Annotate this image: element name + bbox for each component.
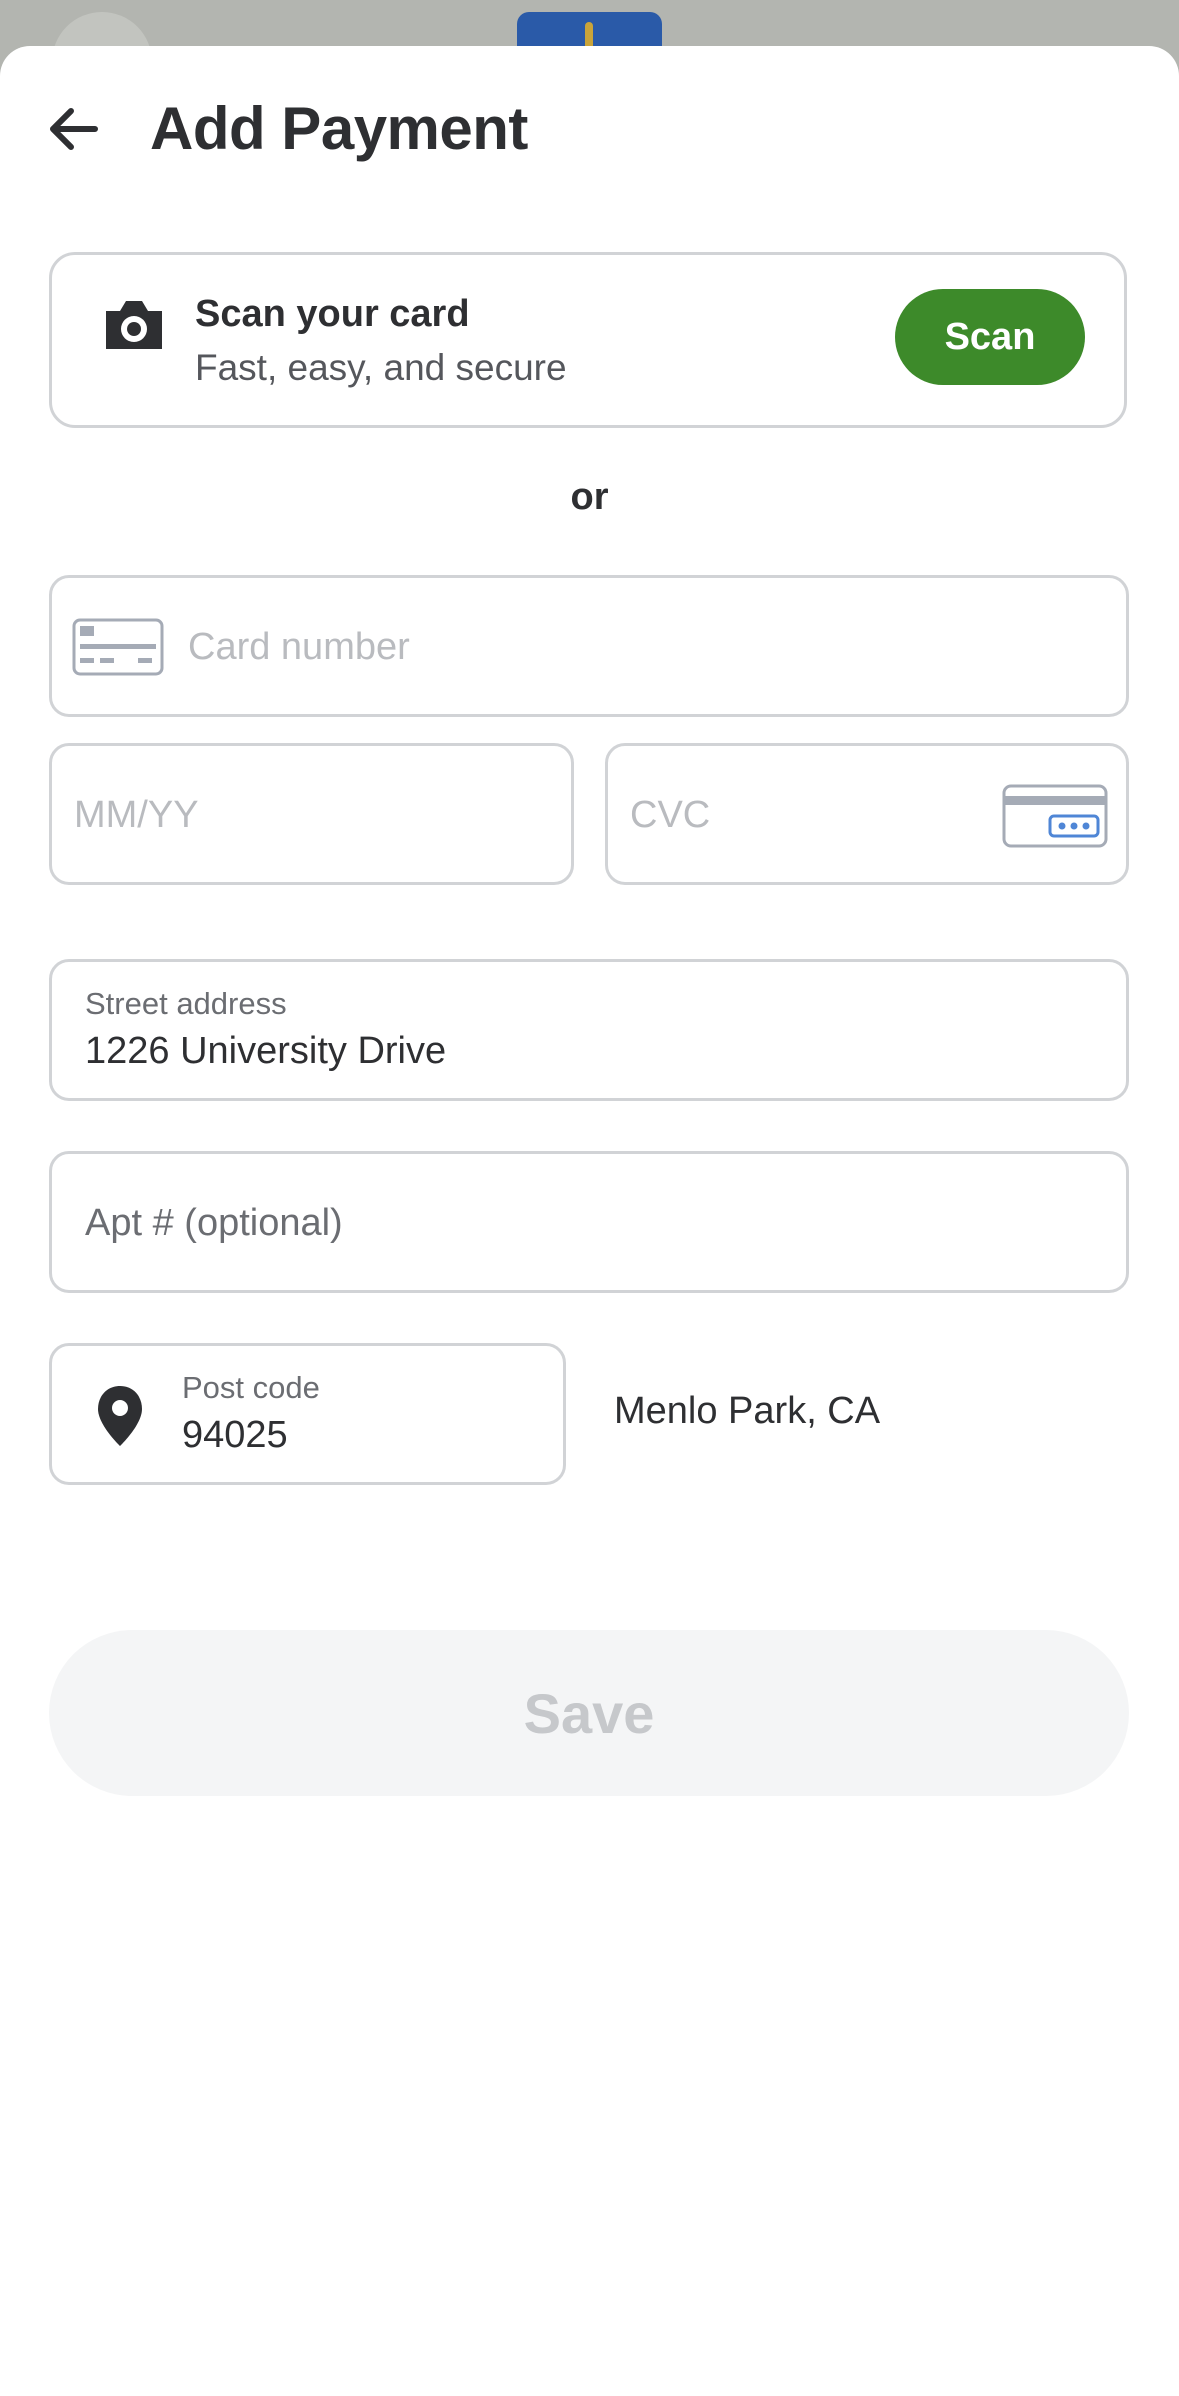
credit-card-icon [72, 618, 164, 676]
street-address-label: Street address [85, 986, 287, 1021]
cvc-placeholder: CVC [630, 794, 711, 836]
card-number-placeholder: Card number [188, 626, 410, 668]
header: Add Payment [0, 46, 1179, 206]
postcode-value: 94025 [182, 1414, 288, 1456]
scan-button[interactable]: Scan [895, 289, 1085, 385]
add-payment-sheet: Add Payment Scan your card Fast, easy, a… [0, 46, 1179, 2396]
save-button[interactable]: Save [49, 1630, 1129, 1796]
cvc-card-icon [1002, 784, 1108, 848]
scan-title: Scan your card [195, 293, 470, 335]
back-button[interactable] [40, 96, 106, 162]
camera-icon [106, 301, 162, 349]
postcode-label: Post code [182, 1370, 320, 1405]
cvc-field[interactable]: CVC [605, 743, 1129, 885]
expiry-placeholder: MM/YY [74, 794, 199, 836]
postcode-field[interactable]: Post code 94025 [49, 1343, 566, 1485]
apt-placeholder: Apt # (optional) [85, 1202, 343, 1244]
scan-card-panel: Scan your card Fast, easy, and secure Sc… [49, 252, 1127, 428]
or-divider: or [570, 476, 609, 518]
location-pin-icon [98, 1386, 142, 1446]
card-number-field[interactable]: Card number [49, 575, 1129, 717]
scan-subtitle: Fast, easy, and secure [195, 347, 567, 388]
street-address-field[interactable]: Street address 1226 University Drive [49, 959, 1129, 1101]
expiry-field[interactable]: MM/YY [49, 743, 574, 885]
street-address-value: 1226 University Drive [85, 1030, 447, 1072]
apt-field[interactable]: Apt # (optional) [49, 1151, 1129, 1293]
city-state-text: Menlo Park, CA [614, 1390, 881, 1432]
back-arrow-icon [50, 108, 98, 150]
page-title: Add Payment [150, 95, 528, 162]
